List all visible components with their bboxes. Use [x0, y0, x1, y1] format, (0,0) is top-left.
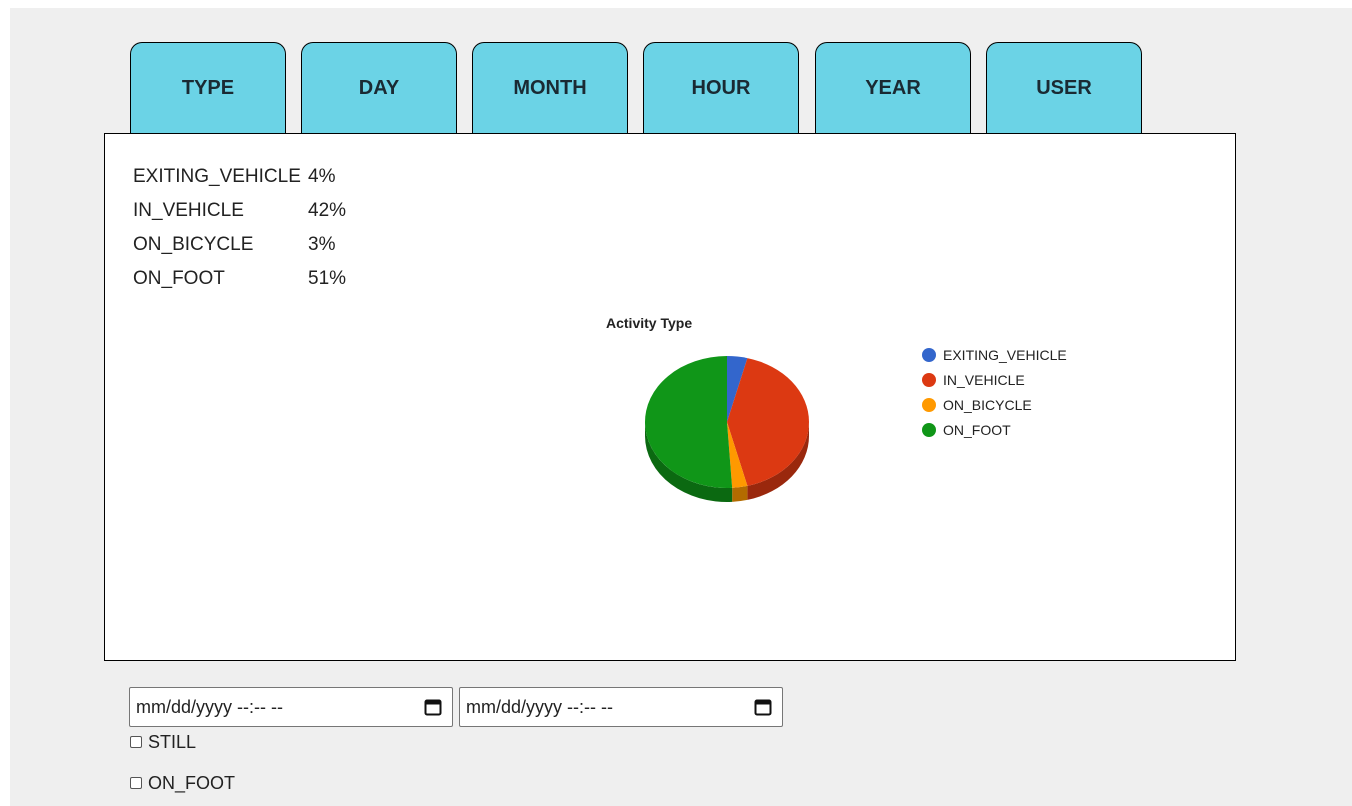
tab-label: MONTH [513, 77, 587, 99]
legend-swatch [922, 348, 936, 362]
on-foot-checkbox-row[interactable]: ON_FOOT [130, 772, 235, 794]
calendar-icon[interactable] [424, 698, 442, 716]
tab-year[interactable]: YEAR [815, 42, 971, 134]
still-checkbox[interactable] [130, 736, 142, 748]
content-panel: EXITING_VEHICLE 4% IN_VEHICLE 42% ON_BIC… [104, 133, 1236, 661]
still-checkbox-row[interactable]: STILL [130, 731, 196, 753]
start-datetime-placeholder: mm/dd/yyyy --:-- -- [136, 697, 283, 717]
tab-label: USER [1036, 77, 1092, 99]
legend-swatch [922, 423, 936, 437]
legend-swatch [922, 373, 936, 387]
legend-label: IN_VEHICLE [943, 372, 1025, 388]
end-datetime-input[interactable]: mm/dd/yyyy --:-- -- [459, 687, 783, 727]
start-datetime-input[interactable]: mm/dd/yyyy --:-- -- [129, 687, 453, 727]
tab-label: DAY [358, 77, 400, 99]
end-datetime-placeholder: mm/dd/yyyy --:-- -- [466, 697, 613, 717]
legend-swatch [922, 398, 936, 412]
tab-user[interactable]: USER [986, 42, 1142, 134]
calendar-icon[interactable] [754, 698, 772, 716]
on-foot-checkbox[interactable] [130, 777, 142, 789]
still-checkbox-label: STILL [148, 731, 197, 752]
tab-hour[interactable]: HOUR [643, 42, 799, 134]
tab-type[interactable]: TYPE [130, 42, 286, 134]
tab-day[interactable]: DAY [301, 42, 457, 134]
legend-label: ON_BICYCLE [943, 397, 1032, 413]
chart-title: Activity Type [606, 315, 692, 331]
tab-label: HOUR [691, 77, 751, 99]
on-foot-checkbox-label: ON_FOOT [148, 772, 236, 793]
tab-label: YEAR [865, 77, 921, 99]
legend-label: EXITING_VEHICLE [943, 347, 1067, 363]
legend-label: ON_FOOT [943, 422, 1011, 438]
activity-pie-chart: Activity Type EXITING_VEHICLE IN_VEHICLE ON… [606, 315, 1067, 502]
tab-month[interactable]: MONTH [472, 42, 628, 134]
pie-slice-side [732, 485, 748, 502]
tab-label: TYPE [181, 77, 235, 99]
